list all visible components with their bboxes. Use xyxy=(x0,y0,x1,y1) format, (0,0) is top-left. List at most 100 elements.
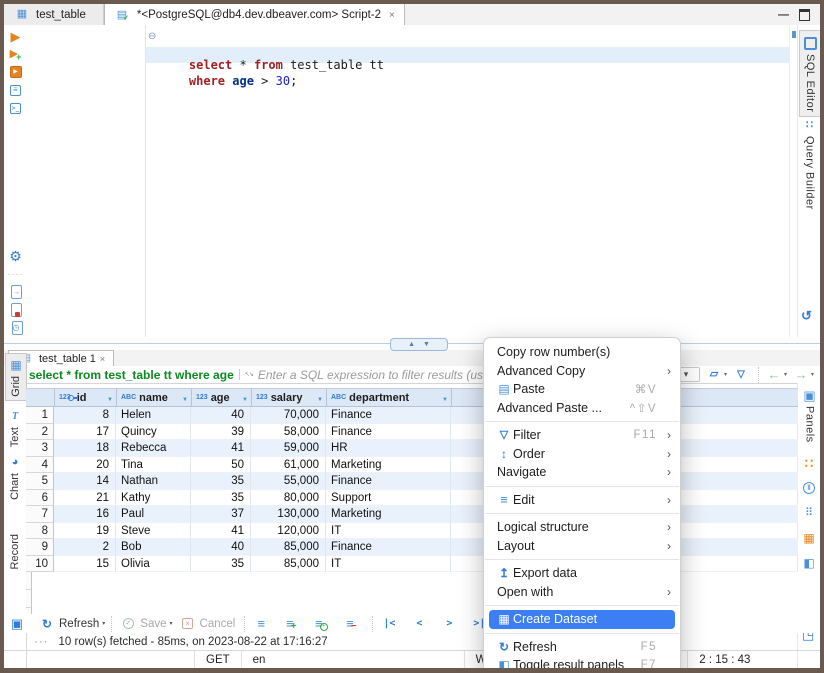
cell-id[interactable]: 21 xyxy=(54,490,116,507)
settings-button[interactable] xyxy=(7,248,25,264)
editor-results-splitter[interactable]: ▲ ▼ xyxy=(4,337,820,350)
cell-name[interactable]: Helen xyxy=(116,407,191,424)
table-row[interactable]: 7 16 Paul 37 130,000 Marketing xyxy=(26,506,798,523)
cell-salary[interactable]: 85,000 xyxy=(251,539,326,556)
row-number-cell[interactable]: 2 xyxy=(26,424,54,441)
column-header[interactable]: 123 id xyxy=(55,389,117,406)
calc-panel-button[interactable] xyxy=(800,505,818,521)
collapse-up-icon[interactable]: ▲ xyxy=(408,341,415,348)
toolbar-drag-handle[interactable] xyxy=(7,266,25,282)
column-filter-caret-icon[interactable] xyxy=(442,392,448,404)
cell-salary[interactable]: 120,000 xyxy=(251,523,326,540)
menu-item[interactable]: Export data xyxy=(484,564,680,583)
maximize-icon[interactable] xyxy=(799,9,810,21)
menu-item[interactable] xyxy=(485,421,679,422)
cell-id[interactable]: 2 xyxy=(54,539,116,556)
table-row[interactable]: 4 20 Tina 50 61,000 Marketing xyxy=(26,457,798,474)
cell-department[interactable]: Finance xyxy=(326,424,451,441)
row-number-cell[interactable]: 8 xyxy=(26,523,54,540)
execute-in-new-tab-button[interactable] xyxy=(7,46,25,62)
cell-salary[interactable]: 80,000 xyxy=(251,490,326,507)
clear-filter-button[interactable]: ▾ xyxy=(705,367,727,383)
menu-item[interactable]: Toggle result panels F7 xyxy=(484,656,680,668)
cell-id[interactable]: 20 xyxy=(54,457,116,474)
cell-id[interactable]: 15 xyxy=(54,556,116,573)
save-sql-script-button[interactable] xyxy=(7,302,25,318)
tab-grid-view[interactable]: Grid xyxy=(5,353,27,401)
script-history-button[interactable] xyxy=(7,320,25,336)
tab-script-2[interactable]: *<PostgreSQL@db4.dev.dbeaver.com> Script… xyxy=(104,4,405,26)
row-number-cell[interactable]: 5 xyxy=(26,473,54,490)
menu-item[interactable]: Open with › xyxy=(484,583,680,602)
menu-item[interactable]: Paste ⌘V xyxy=(484,380,680,399)
tab-sql-editor[interactable]: SQL Editor xyxy=(799,30,820,117)
value-viewer-panel-button[interactable] xyxy=(800,480,818,496)
statusbar-get[interactable]: GET xyxy=(194,651,241,668)
cell-salary[interactable]: 130,000 xyxy=(251,506,326,523)
cell-name[interactable]: Tina xyxy=(116,457,191,474)
menu-item[interactable]: Advanced Copy › xyxy=(484,362,680,381)
cancel-button[interactable]: Cancel xyxy=(179,616,239,632)
cell-id[interactable]: 16 xyxy=(54,506,116,523)
next-row-button[interactable] xyxy=(440,616,464,632)
explain-plan-button[interactable] xyxy=(7,82,25,98)
cell-age[interactable]: 41 xyxy=(191,523,251,540)
menu-item[interactable] xyxy=(485,486,679,487)
rollback-icon[interactable] xyxy=(801,308,812,323)
cell-age[interactable]: 40 xyxy=(191,539,251,556)
cell-name[interactable]: Kathy xyxy=(116,490,191,507)
cell-age[interactable]: 39 xyxy=(191,424,251,441)
references-panel-button[interactable] xyxy=(800,555,818,571)
tab-chart-view[interactable]: Chart xyxy=(5,451,25,503)
cell-department[interactable]: Finance xyxy=(326,473,451,490)
column-header[interactable]: 123 age xyxy=(192,389,252,406)
menu-item[interactable]: Edit › xyxy=(484,491,680,510)
cell-department[interactable]: Finance xyxy=(326,539,451,556)
first-row-button[interactable] xyxy=(372,616,404,632)
menu-item[interactable]: Filter F11 › xyxy=(484,426,680,445)
delete-row-button[interactable] xyxy=(342,616,366,632)
cell-name[interactable]: Paul xyxy=(116,506,191,523)
column-filter-caret-icon[interactable] xyxy=(317,392,323,404)
menu-item[interactable]: Refresh F5 xyxy=(484,638,680,657)
cell-name[interactable]: Steve xyxy=(116,523,191,540)
table-row[interactable]: 6 21 Kathy 35 80,000 Support xyxy=(26,490,798,507)
statusbar-position[interactable]: 2 : 15 : 43 xyxy=(687,651,761,668)
cell-id[interactable]: 19 xyxy=(54,523,116,540)
table-row[interactable]: 2 17 Quincy 39 58,000 Finance xyxy=(26,424,798,441)
menu-item[interactable]: Order › xyxy=(484,445,680,464)
menu-item[interactable]: Logical structure › xyxy=(484,518,680,537)
cell-age[interactable]: 35 xyxy=(191,490,251,507)
edit-cell-button[interactable] xyxy=(244,616,276,632)
add-row-button[interactable] xyxy=(282,616,306,632)
cell-name[interactable]: Bob xyxy=(116,539,191,556)
cell-department[interactable]: HR xyxy=(326,440,451,457)
cell-department[interactable]: IT xyxy=(326,523,451,540)
cell-salary[interactable]: 85,000 xyxy=(251,556,326,573)
table-row[interactable]: 3 18 Rebecca 41 59,000 HR xyxy=(26,440,798,457)
cell-age[interactable]: 37 xyxy=(191,506,251,523)
column-filter-caret-icon[interactable] xyxy=(242,392,248,404)
tab-text-view[interactable]: Text xyxy=(5,405,25,450)
tab-test-table[interactable]: test_table xyxy=(4,4,104,25)
save-button[interactable]: Save ▾ xyxy=(111,616,172,632)
column-header[interactable]: ABC name xyxy=(117,389,192,406)
duplicate-row-button[interactable] xyxy=(312,616,336,632)
more-icon[interactable]: ··· xyxy=(34,636,49,648)
cell-age[interactable]: 40 xyxy=(191,407,251,424)
cell-department[interactable]: Finance xyxy=(326,407,451,424)
cell-salary[interactable]: 70,000 xyxy=(251,407,326,424)
refresh-button[interactable]: Refresh ▾ xyxy=(38,616,105,632)
cell-age[interactable]: 50 xyxy=(191,457,251,474)
cell-department[interactable]: Marketing xyxy=(326,506,451,523)
open-sql-console-button[interactable] xyxy=(7,100,25,116)
menu-item[interactable]: Create Dataset xyxy=(489,610,675,629)
table-row[interactable]: 5 14 Nathan 35 55,000 Finance xyxy=(26,473,798,490)
row-number-cell[interactable]: 7 xyxy=(26,506,54,523)
save-filter-button[interactable] xyxy=(732,367,751,383)
history-back-button[interactable]: ▾ xyxy=(758,367,787,383)
cell-id[interactable]: 14 xyxy=(54,473,116,490)
splitter-collapse-control[interactable]: ▲ ▼ xyxy=(390,338,448,351)
grid-corner-cell[interactable] xyxy=(26,389,55,406)
statusbar-language[interactable]: en xyxy=(241,651,404,668)
